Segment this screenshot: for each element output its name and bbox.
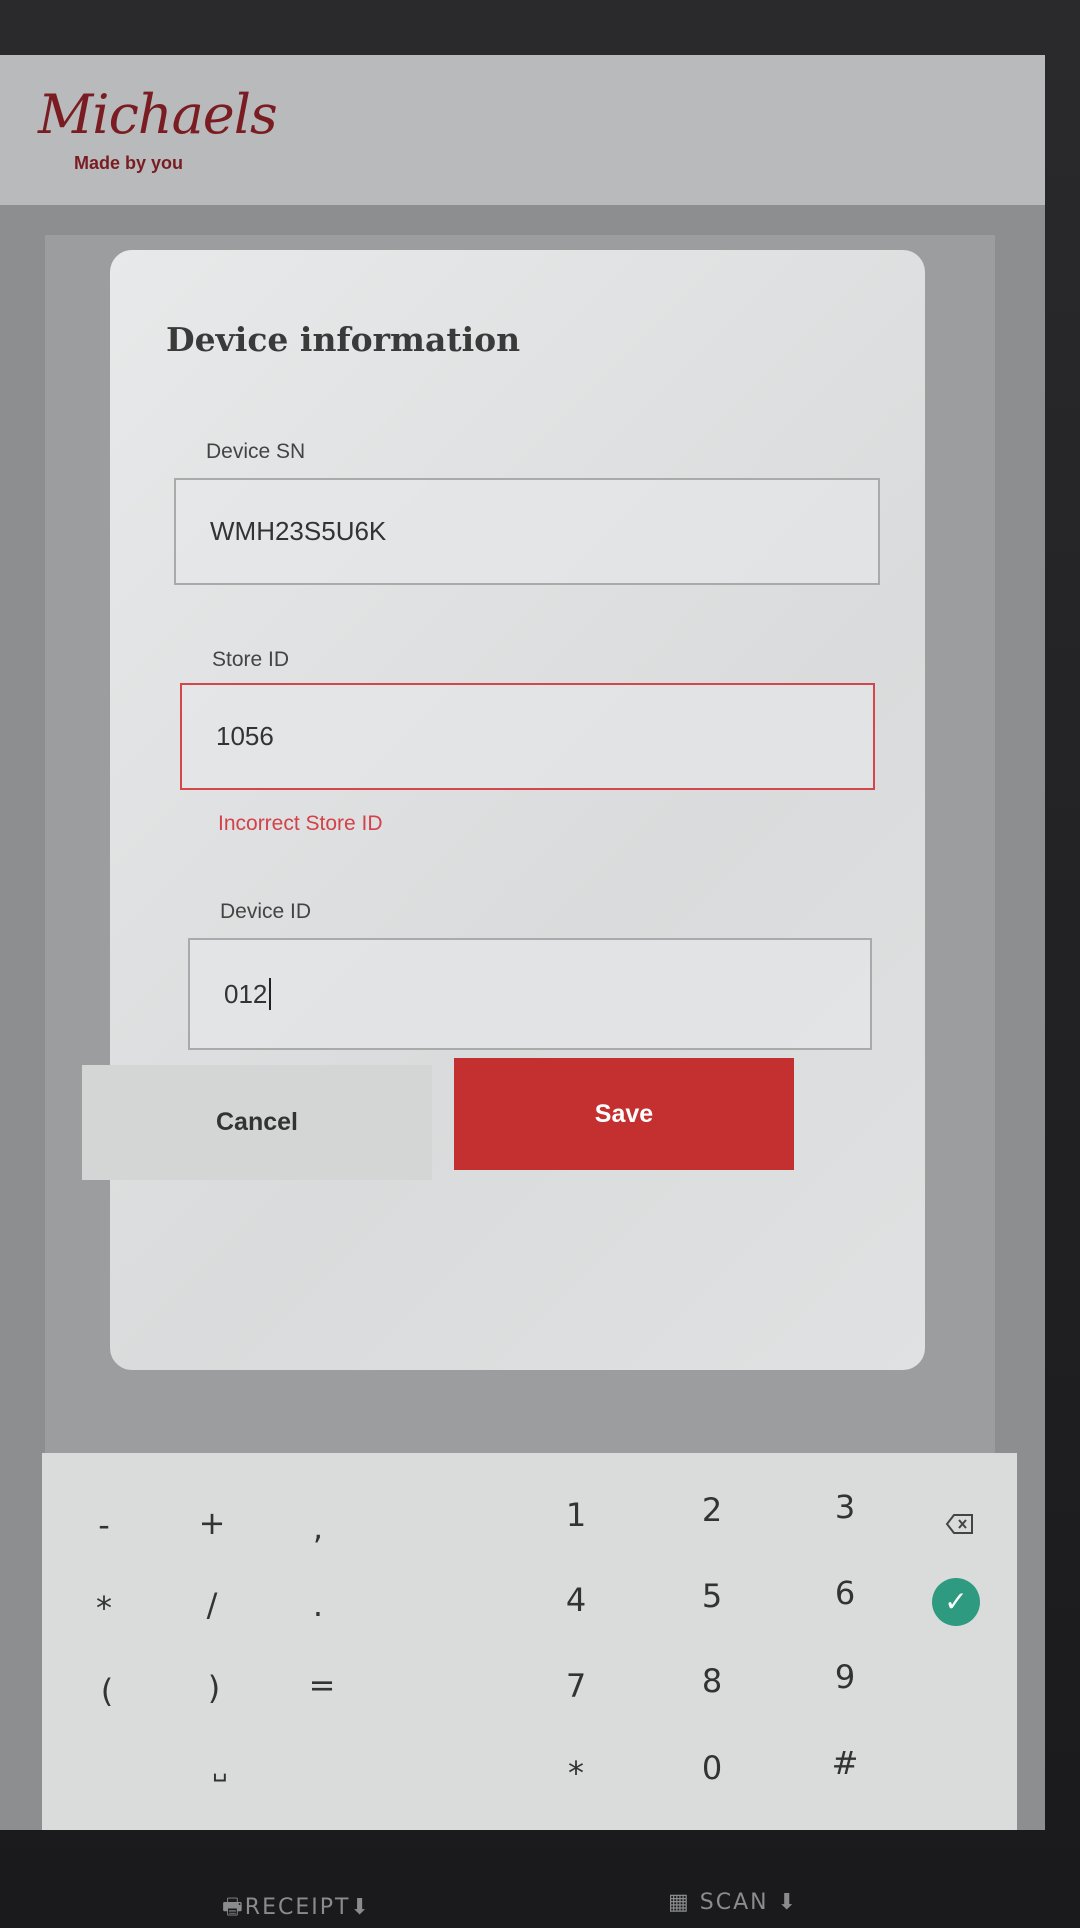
device-id-label: Device ID xyxy=(220,900,312,923)
barcode-icon: ▦ xyxy=(668,1890,691,1915)
device-frame: Michaels Made by you Device information … xyxy=(0,0,1080,1920)
screen: Michaels Made by you Device information … xyxy=(0,55,1045,1830)
key-asterisk[interactable]: * xyxy=(64,1578,144,1638)
device-information-dialog: Device information Device SN WMH23S5U6K … xyxy=(110,250,925,1370)
printer-icon: 🖶 xyxy=(222,1895,245,1920)
key-minus[interactable]: - xyxy=(64,1495,144,1555)
device-sn-label: Device SN xyxy=(206,440,306,463)
device-sn-value: WMH23S5U6K xyxy=(210,516,387,546)
cancel-button[interactable]: Cancel xyxy=(82,1065,432,1180)
check-icon[interactable]: ✓ xyxy=(932,1578,980,1626)
key-star[interactable]: * xyxy=(536,1743,616,1803)
scan-text: SCAN xyxy=(699,1890,769,1915)
arrow-down-icon: ⬇ xyxy=(777,1890,799,1915)
device-id-input[interactable]: 012 xyxy=(188,938,872,1050)
key-5[interactable]: 5 xyxy=(672,1566,752,1626)
key-4[interactable]: 4 xyxy=(536,1570,616,1630)
scanner-label: ▦ SCAN ⬇ xyxy=(668,1890,798,1915)
key-plus[interactable]: + xyxy=(172,1493,252,1553)
receipt-printer-label: 🖶RECEIPT⬇ xyxy=(222,1890,371,1928)
key-hash[interactable]: # xyxy=(805,1733,885,1793)
device-sn-input[interactable]: WMH23S5U6K xyxy=(174,478,880,585)
key-open-paren[interactable]: ( xyxy=(67,1661,147,1721)
store-id-input[interactable]: 1056 xyxy=(180,683,875,790)
key-0[interactable]: 0 xyxy=(672,1738,752,1798)
device-id-value: 012 xyxy=(224,978,268,1009)
numeric-keyboard: - + , * / . ( ) = ␣ 1 2 3 4 5 6 7 8 9 * … xyxy=(42,1453,1017,1830)
key-space[interactable]: ␣ xyxy=(180,1738,260,1798)
backspace-icon[interactable] xyxy=(937,1513,983,1539)
key-7[interactable]: 7 xyxy=(536,1656,616,1716)
key-9[interactable]: 9 xyxy=(805,1647,885,1707)
store-id-value: 1056 xyxy=(216,721,274,751)
key-comma[interactable]: , xyxy=(278,1498,358,1558)
key-period[interactable]: . xyxy=(278,1575,358,1635)
key-6[interactable]: 6 xyxy=(805,1563,885,1623)
receipt-text: RECEIPT xyxy=(244,1895,351,1920)
key-8[interactable]: 8 xyxy=(672,1651,752,1711)
key-slash[interactable]: / xyxy=(172,1575,252,1635)
key-close-paren[interactable]: ) xyxy=(174,1658,254,1718)
key-1[interactable]: 1 xyxy=(536,1485,616,1545)
app-header: Michaels Made by you xyxy=(0,55,1045,205)
brand-tagline: Made by you xyxy=(74,153,184,173)
arrow-down-icon: ⬇ xyxy=(350,1895,371,1920)
key-3[interactable]: 3 xyxy=(805,1477,885,1537)
save-button[interactable]: Save xyxy=(454,1058,794,1170)
key-equals[interactable]: = xyxy=(282,1655,362,1715)
dialog-title: Device information xyxy=(166,320,521,359)
store-id-label: Store ID xyxy=(212,648,290,671)
store-id-error: Incorrect Store ID xyxy=(218,812,383,835)
key-2[interactable]: 2 xyxy=(672,1480,752,1540)
brand-logo: Michaels xyxy=(38,83,278,146)
text-caret xyxy=(269,978,272,1010)
